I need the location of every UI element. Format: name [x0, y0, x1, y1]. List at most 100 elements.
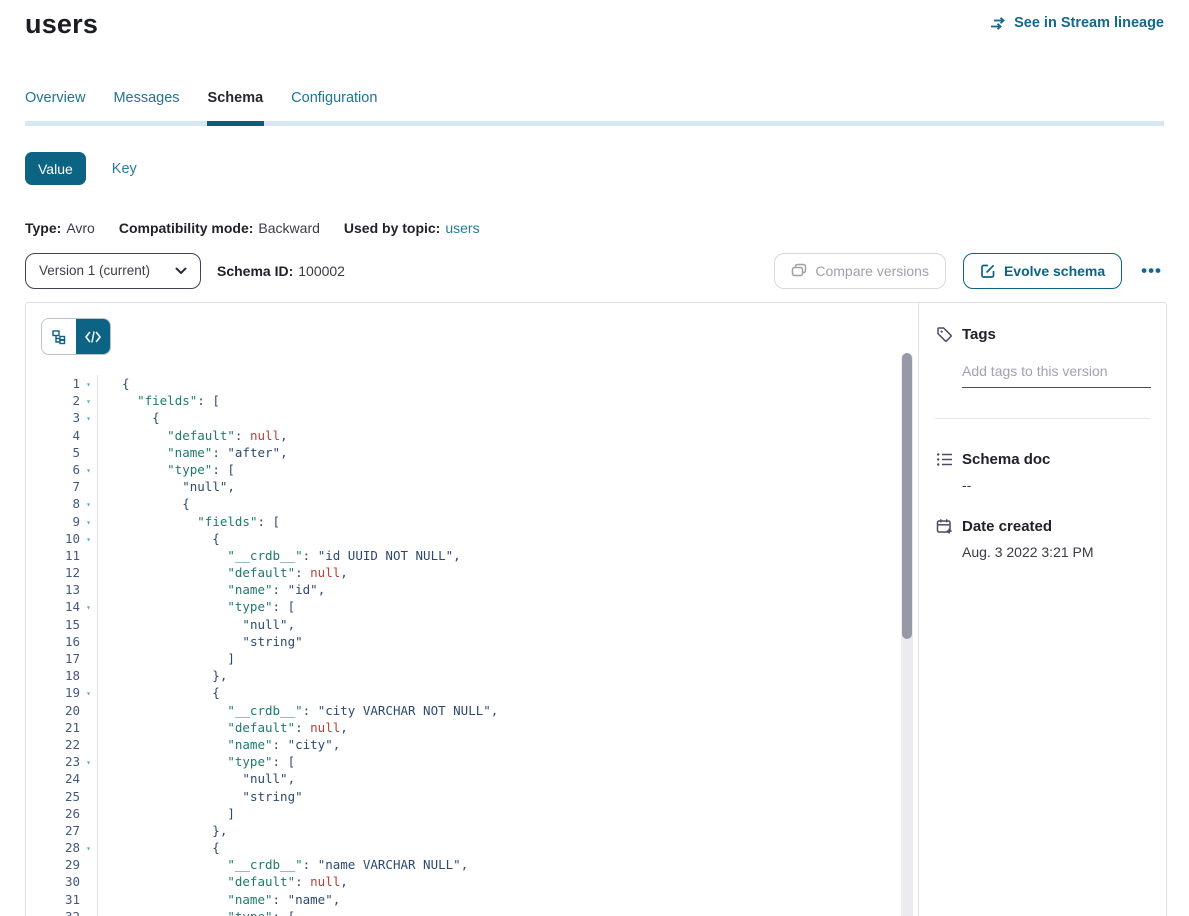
code-text: "fields": [: [97, 513, 918, 530]
tree-view-button[interactable]: [42, 319, 76, 354]
evolve-schema-button[interactable]: Evolve schema: [963, 253, 1122, 289]
fold-spacer: [80, 873, 97, 890]
fold-spacer: [80, 667, 97, 684]
code-line[interactable]: 25 "string": [42, 788, 918, 805]
line-number: 25: [42, 788, 80, 805]
version-select[interactable]: Version 1 (current): [25, 253, 201, 289]
fold-toggle-icon[interactable]: ▾: [80, 684, 97, 701]
code-line[interactable]: 21 "default": null,: [42, 719, 918, 736]
fold-spacer: [80, 702, 97, 719]
code-line[interactable]: 4 "default": null,: [42, 427, 918, 444]
code-line[interactable]: 15 "null",: [42, 616, 918, 633]
code-line[interactable]: 24 "null",: [42, 770, 918, 787]
fold-toggle-icon[interactable]: ▾: [80, 908, 97, 916]
fold-toggle-icon[interactable]: ▾: [80, 392, 97, 409]
line-number: 3: [42, 409, 80, 426]
fold-toggle-icon[interactable]: ▾: [80, 461, 97, 478]
chevron-down-icon: [175, 267, 187, 275]
fold-toggle-icon[interactable]: ▾: [80, 409, 97, 426]
code-line[interactable]: 12 "default": null,: [42, 564, 918, 581]
code-line[interactable]: 32▾ "type": [: [42, 908, 918, 916]
line-number: 24: [42, 770, 80, 787]
editor-scrollbar-track[interactable]: [901, 353, 913, 916]
fold-toggle-icon[interactable]: ▾: [80, 598, 97, 615]
line-number: 9: [42, 513, 80, 530]
line-number: 20: [42, 702, 80, 719]
code-line[interactable]: 27 },: [42, 822, 918, 839]
line-number: 10: [42, 530, 80, 547]
key-tab-link[interactable]: Key: [112, 161, 137, 177]
code-text: "string": [97, 633, 918, 650]
tab-bar: Overview Messages Schema Configuration: [25, 90, 1164, 126]
compatibility-label: Compatibility mode:: [119, 220, 254, 236]
code-text: "string": [97, 788, 918, 805]
fold-toggle-icon[interactable]: ▾: [80, 753, 97, 770]
page-title: users: [25, 9, 98, 40]
line-number: 16: [42, 633, 80, 650]
fold-toggle-icon[interactable]: ▾: [80, 839, 97, 856]
code-line[interactable]: 17 ]: [42, 650, 918, 667]
line-number: 12: [42, 564, 80, 581]
code-line[interactable]: 9▾ "fields": [: [42, 513, 918, 530]
code-line[interactable]: 30 "default": null,: [42, 873, 918, 890]
code-line[interactable]: 10▾ {: [42, 530, 918, 547]
line-number: 32: [42, 908, 80, 916]
code-line[interactable]: 31 "name": "name",: [42, 891, 918, 908]
see-in-stream-lineage-link[interactable]: See in Stream lineage: [990, 15, 1164, 31]
fold-spacer: [80, 581, 97, 598]
code-line[interactable]: 26 ]: [42, 805, 918, 822]
compare-versions-button[interactable]: Compare versions: [774, 253, 946, 289]
code-line[interactable]: 28▾ {: [42, 839, 918, 856]
fold-toggle-icon[interactable]: ▾: [80, 530, 97, 547]
code-text: },: [97, 822, 918, 839]
code-text: "name": "after",: [97, 444, 918, 461]
code-line[interactable]: 14▾ "type": [: [42, 598, 918, 615]
line-number: 14: [42, 598, 80, 615]
value-key-toggle: Value Key: [25, 152, 137, 185]
code-line[interactable]: 7 "null",: [42, 478, 918, 495]
tab-overview[interactable]: Overview: [25, 90, 85, 110]
stream-lineage-icon: [990, 16, 1007, 31]
schema-sidebar: Tags Schema doc --: [918, 303, 1166, 916]
fold-spacer: [80, 856, 97, 873]
code-view-button[interactable]: [76, 319, 110, 354]
fold-toggle-icon[interactable]: ▾: [80, 375, 97, 392]
code-text: "name": "city",: [97, 736, 918, 753]
code-line[interactable]: 19▾ {: [42, 684, 918, 701]
line-number: 18: [42, 667, 80, 684]
code-line[interactable]: 3▾ {: [42, 409, 918, 426]
code-line[interactable]: 18 },: [42, 667, 918, 684]
fold-toggle-icon[interactable]: ▾: [80, 495, 97, 512]
code-line[interactable]: 2▾ "fields": [: [42, 392, 918, 409]
code-line[interactable]: 22 "name": "city",: [42, 736, 918, 753]
code-line[interactable]: 20 "__crdb__": "city VARCHAR NOT NULL",: [42, 702, 918, 719]
code-line[interactable]: 11 "__crdb__": "id UUID NOT NULL",: [42, 547, 918, 564]
code-lines[interactable]: 1▾{2▾ "fields": [3▾ {4 "default": null,5…: [42, 375, 918, 916]
code-line[interactable]: 13 "name": "id",: [42, 581, 918, 598]
code-line[interactable]: 16 "string": [42, 633, 918, 650]
tree-view-icon: [51, 329, 67, 345]
tab-configuration[interactable]: Configuration: [291, 90, 377, 110]
date-created-section-header: Date created: [935, 517, 1150, 535]
code-line[interactable]: 5 "name": "after",: [42, 444, 918, 461]
code-text: "null",: [97, 478, 918, 495]
line-number: 4: [42, 427, 80, 444]
code-text: "null",: [97, 770, 918, 787]
value-tab-button[interactable]: Value: [25, 152, 86, 185]
code-line[interactable]: 6▾ "type": [: [42, 461, 918, 478]
code-line[interactable]: 29 "__crdb__": "name VARCHAR NULL",: [42, 856, 918, 873]
topic-link[interactable]: users: [445, 220, 479, 236]
code-line[interactable]: 1▾{: [42, 375, 918, 392]
add-tags-input[interactable]: [962, 359, 1151, 388]
fold-spacer: [80, 564, 97, 581]
code-line[interactable]: 8▾ {: [42, 495, 918, 512]
code-text: "default": null,: [97, 873, 918, 890]
tab-schema[interactable]: Schema: [208, 90, 264, 110]
tab-messages[interactable]: Messages: [113, 90, 179, 110]
more-options-button[interactable]: •••: [1139, 261, 1164, 281]
fold-spacer: [80, 478, 97, 495]
fold-toggle-icon[interactable]: ▾: [80, 513, 97, 530]
fold-spacer: [80, 736, 97, 753]
code-line[interactable]: 23▾ "type": [: [42, 753, 918, 770]
editor-scrollbar-thumb[interactable]: [902, 353, 912, 639]
